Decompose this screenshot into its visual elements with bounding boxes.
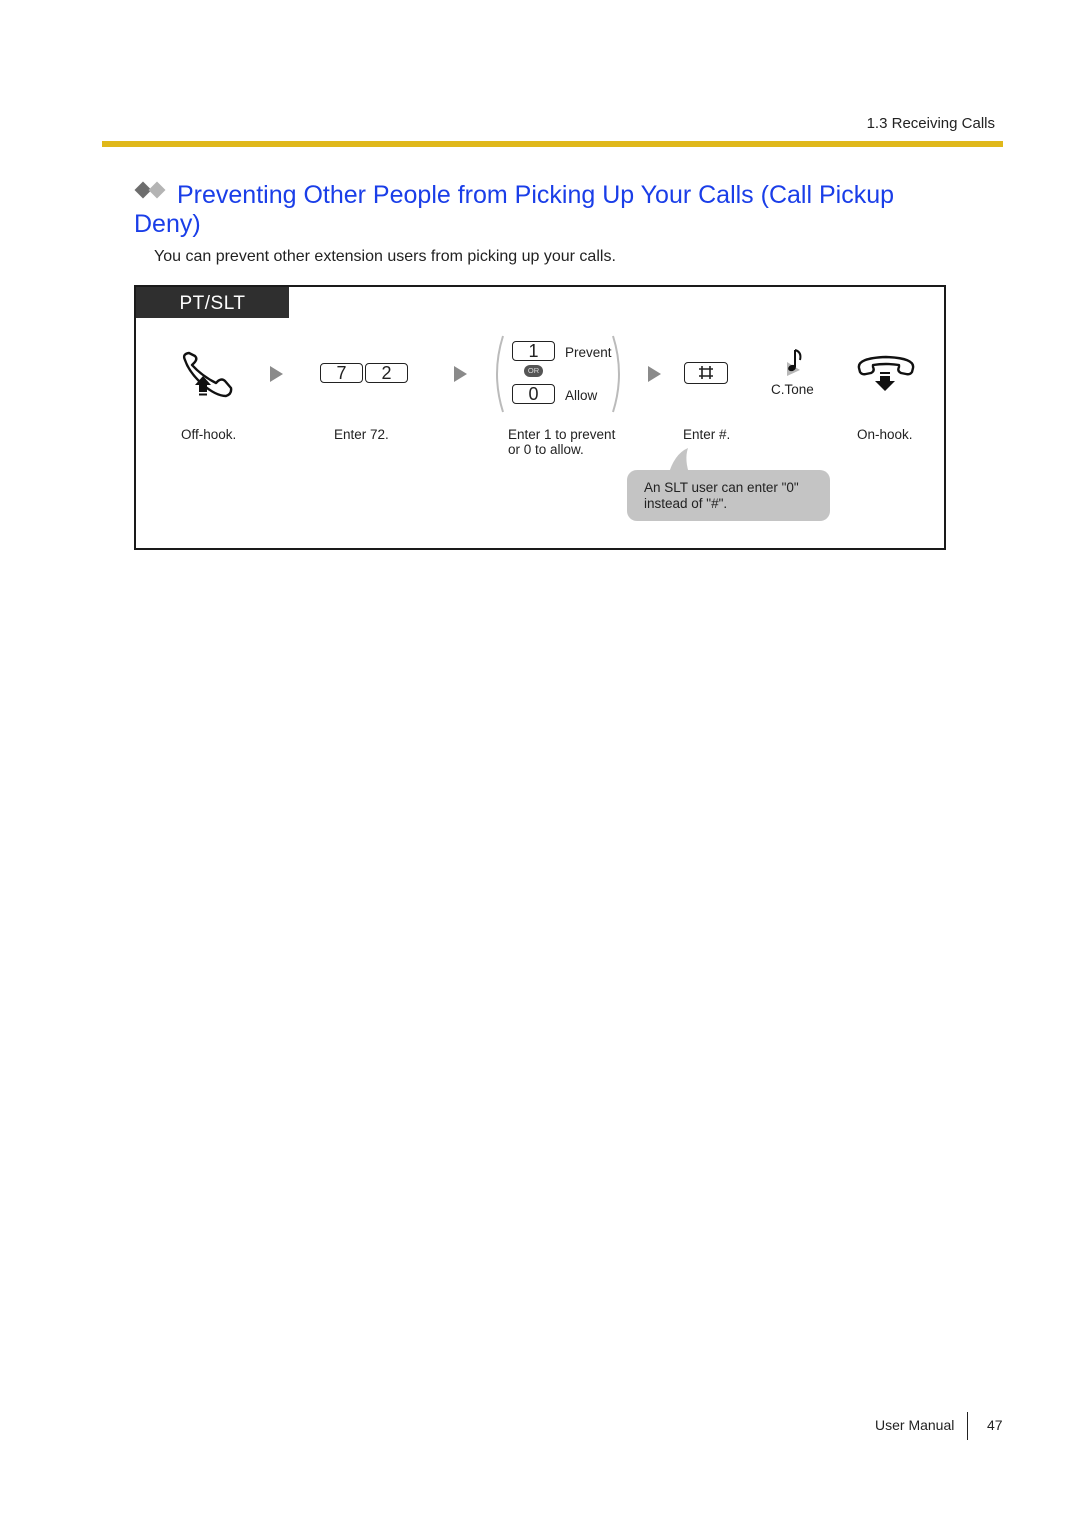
step-caption: Enter 1 to prevent xyxy=(508,427,616,442)
dial-key: 7 xyxy=(320,363,363,383)
dial-key: 2 xyxy=(365,363,408,383)
on-hook-icon xyxy=(855,352,917,392)
page-title: Preventing Other People from Picking Up … xyxy=(134,181,934,239)
note-line: An SLT user can enter "0" xyxy=(644,480,799,495)
header-rule xyxy=(102,141,1003,147)
tone-label: C.Tone xyxy=(771,382,814,397)
next-arrow-icon xyxy=(454,366,467,382)
intro-text: You can prevent other extension users fr… xyxy=(154,248,616,265)
page-number: 47 xyxy=(987,1417,1003,1433)
dial-key: 0 xyxy=(512,384,555,404)
next-arrow-icon xyxy=(648,366,661,382)
hash-key xyxy=(684,362,728,384)
note-text: An SLT user can enter "0" instead of "#"… xyxy=(644,480,799,512)
option-label: Prevent xyxy=(565,345,612,360)
footer-divider xyxy=(967,1412,968,1440)
dial-key: 1 xyxy=(512,341,555,361)
diamond-bullet-icon xyxy=(134,181,172,202)
confirmation-tone-icon xyxy=(784,348,808,378)
phone-type-tag: PT/SLT xyxy=(136,287,289,318)
off-hook-icon xyxy=(180,350,238,398)
or-badge: OR xyxy=(524,365,543,377)
hash-icon xyxy=(699,366,713,379)
step-caption: Off-hook. xyxy=(181,427,237,442)
page-title-text: Preventing Other People from Picking Up … xyxy=(134,181,895,238)
footer-manual-label: User Manual xyxy=(875,1417,955,1433)
option-label: Allow xyxy=(565,388,598,403)
next-arrow-icon xyxy=(270,366,283,382)
step-caption: Enter #. xyxy=(683,427,731,442)
note-line: instead of "#". xyxy=(644,496,728,511)
step-caption: On-hook. xyxy=(857,427,913,442)
step-caption: Enter 72. xyxy=(334,427,389,442)
section-header: 1.3 Receiving Calls xyxy=(866,115,995,132)
step-caption: or 0 to allow. xyxy=(508,442,584,457)
